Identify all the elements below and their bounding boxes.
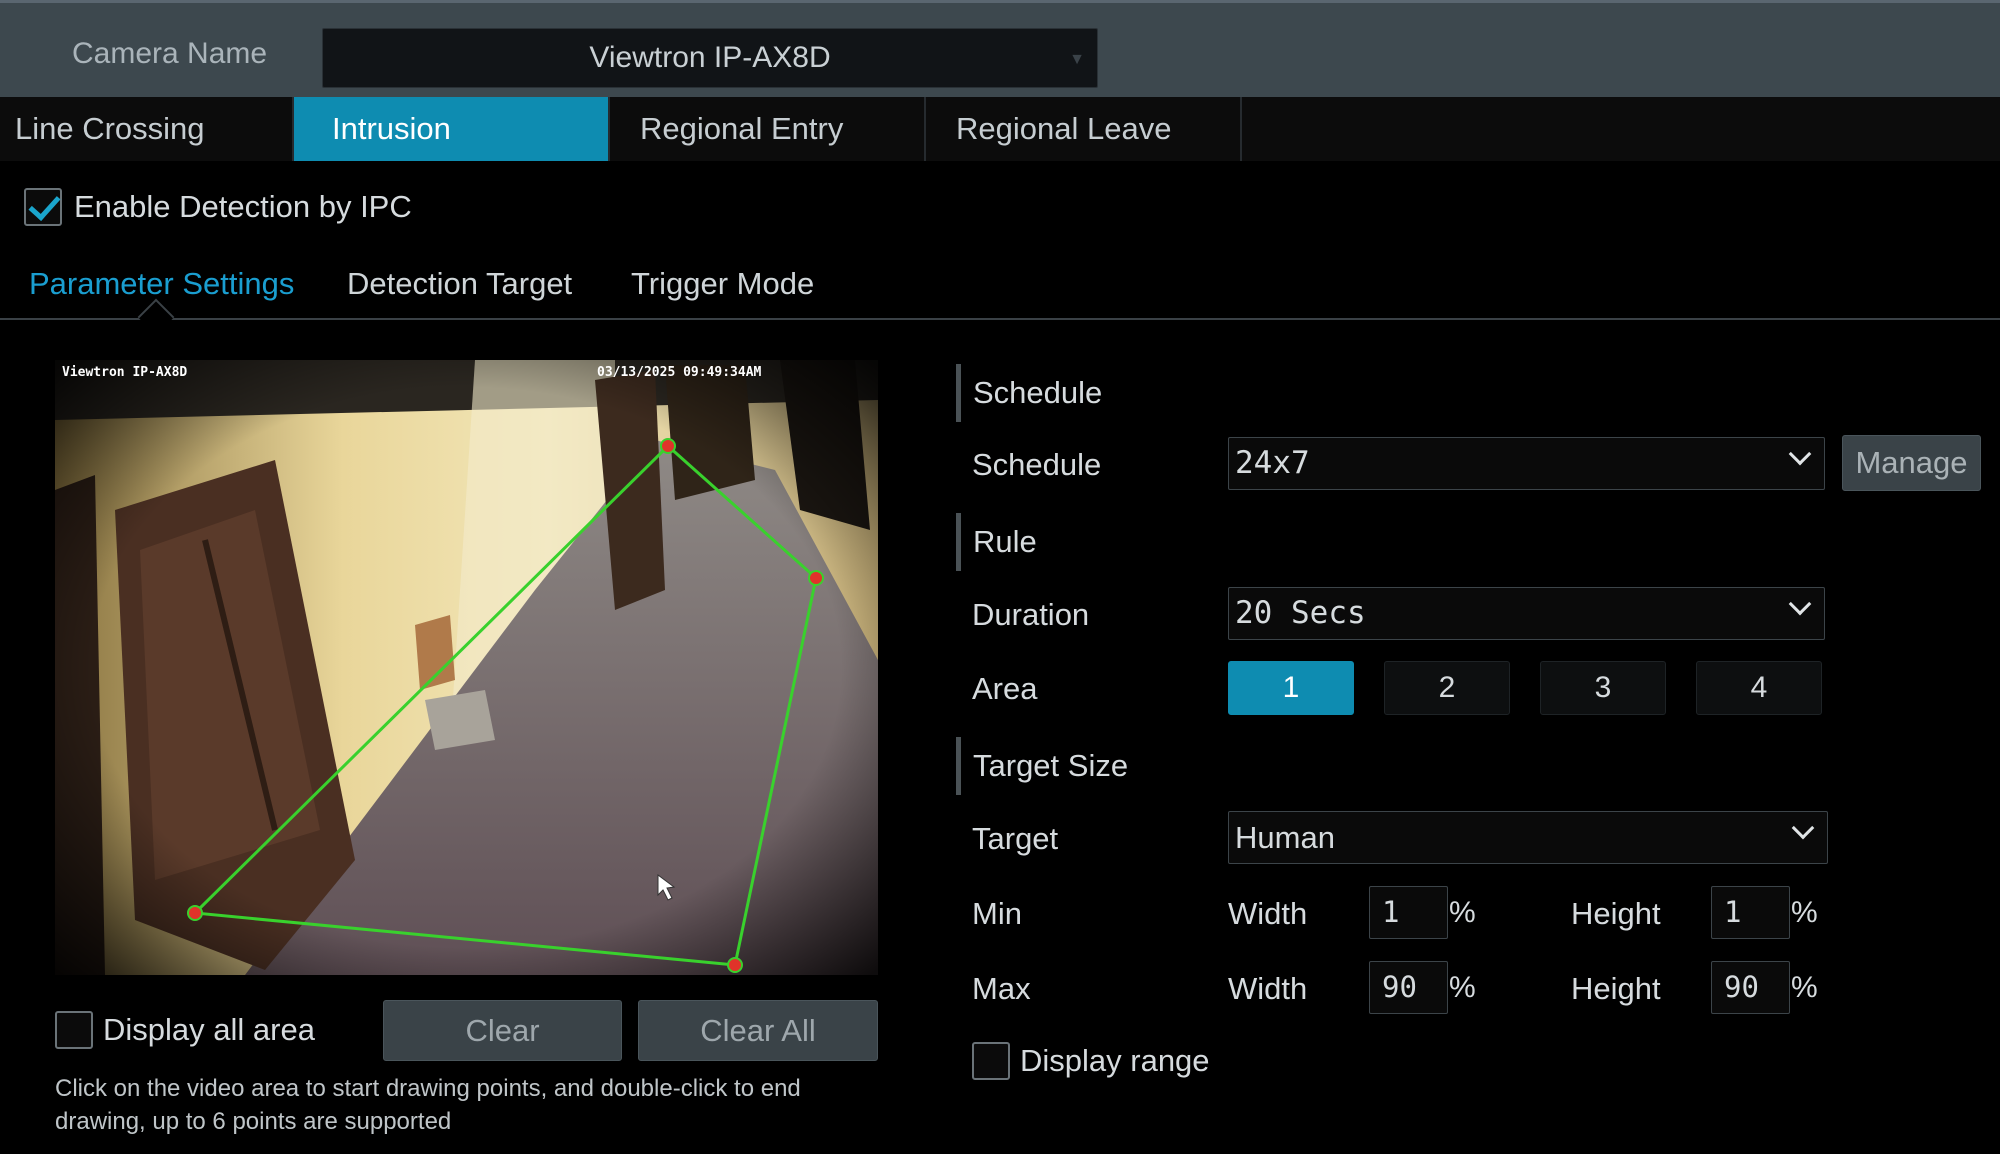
max-height-input[interactable]: 90 [1711, 961, 1790, 1014]
camera-bar: Camera Name Viewtron IP-AX8D ▼ [0, 0, 2000, 97]
schedule-section-header: Schedule [956, 364, 1102, 422]
area-button-3[interactable]: 3 [1540, 661, 1666, 715]
schedule-label: Schedule [972, 447, 1102, 482]
min-width-input[interactable]: 1 [1369, 886, 1448, 939]
min-height-input[interactable]: 1 [1711, 886, 1790, 939]
subtab-trigger-mode[interactable]: Trigger Mode [631, 266, 814, 302]
max-label: Max [972, 971, 1031, 1006]
duration-select[interactable]: 20 Secs [1228, 587, 1825, 640]
max-width-label: Width [1228, 971, 1308, 1006]
camera-select-value: Viewtron IP-AX8D [589, 41, 831, 74]
camera-scene [55, 360, 878, 975]
tab-regional-leave[interactable]: Regional Leave [926, 97, 1242, 161]
chevron-down-icon [1788, 442, 1812, 466]
enable-detection-label: Enable Detection by IPC [74, 189, 412, 224]
detection-type-tabs: Line Crossing Intrusion Regional Entry R… [0, 97, 2000, 161]
schedule-select-value: 24x7 [1235, 445, 1310, 481]
manage-button[interactable]: Manage [1842, 435, 1981, 491]
camera-select[interactable]: Viewtron IP-AX8D ▼ [322, 28, 1098, 88]
display-range-checkbox[interactable] [972, 1042, 1010, 1080]
chevron-down-icon [1788, 592, 1812, 616]
subtab-parameter-settings[interactable]: Parameter Settings [29, 266, 294, 302]
max-height-label: Height [1571, 971, 1661, 1006]
chevron-down-icon: ▼ [1069, 51, 1085, 68]
enable-detection-checkbox[interactable] [24, 188, 62, 226]
camera-name-label: Camera Name [72, 37, 268, 70]
display-all-area[interactable]: Display all area [55, 1011, 315, 1049]
display-range-label: Display range [1020, 1043, 1210, 1078]
video-timestamp: 03/13/2025 09:49:34AM [597, 365, 762, 380]
clear-all-button[interactable]: Clear All [638, 1000, 878, 1061]
max-width-input[interactable]: 90 [1369, 961, 1448, 1014]
tab-intrusion[interactable]: Intrusion [294, 97, 610, 161]
active-subtab-indicator [137, 298, 175, 336]
enable-detection[interactable]: Enable Detection by IPC [24, 188, 412, 226]
display-all-area-label: Display all area [103, 1012, 315, 1047]
target-size-section-header: Target Size [956, 737, 1128, 795]
min-label: Min [972, 896, 1022, 931]
settings-subtabs: Parameter Settings Detection Target Trig… [0, 258, 2000, 336]
area-button-2[interactable]: 2 [1384, 661, 1510, 715]
subtab-detection-target[interactable]: Detection Target [347, 266, 572, 302]
area-label: Area [972, 671, 1038, 706]
tab-regional-entry[interactable]: Regional Entry [610, 97, 926, 161]
max-width-unit: % [1449, 971, 1476, 1004]
min-height-unit: % [1791, 896, 1818, 929]
chevron-down-icon [1791, 816, 1815, 840]
target-select-value: Human [1235, 820, 1335, 855]
max-height-unit: % [1791, 971, 1818, 1004]
target-select[interactable]: Human [1228, 811, 1828, 864]
min-width-unit: % [1449, 896, 1476, 929]
video-preview[interactable]: Viewtron IP-AX8D 03/13/2025 09:49:34AM [55, 360, 878, 975]
video-camera-overlay: Viewtron IP-AX8D [62, 365, 188, 380]
rule-section-header: Rule [956, 513, 1037, 571]
duration-label: Duration [972, 597, 1090, 632]
area-button-1[interactable]: 1 [1228, 661, 1354, 715]
area-button-4[interactable]: 4 [1696, 661, 1822, 715]
tab-line-crossing[interactable]: Line Crossing [0, 97, 294, 161]
display-all-area-checkbox[interactable] [55, 1011, 93, 1049]
clear-button[interactable]: Clear [383, 1000, 622, 1061]
min-width-label: Width [1228, 896, 1308, 931]
min-height-label: Height [1571, 896, 1661, 931]
target-label: Target [972, 821, 1059, 856]
drawing-hint: Click on the video area to start drawing… [55, 1075, 801, 1135]
duration-select-value: 20 Secs [1235, 595, 1366, 631]
schedule-select[interactable]: 24x7 [1228, 437, 1825, 490]
display-range[interactable]: Display range [972, 1042, 1210, 1080]
